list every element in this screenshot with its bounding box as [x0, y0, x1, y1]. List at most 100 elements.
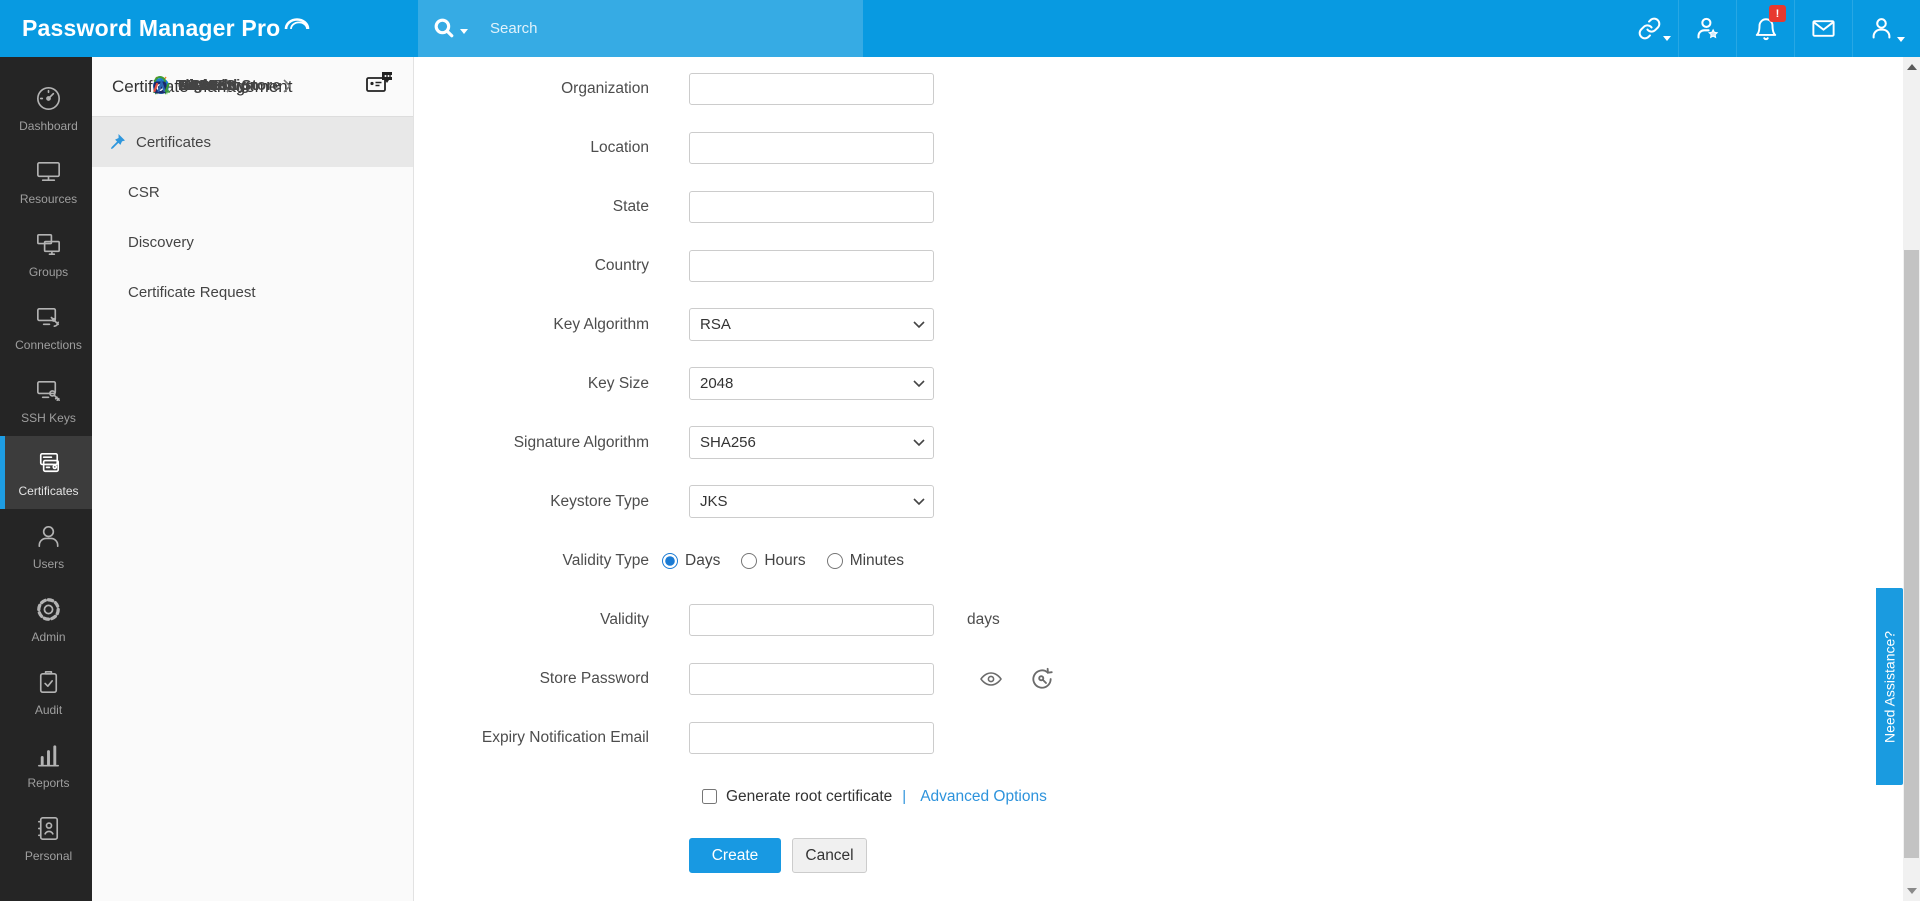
advanced-options-link[interactable]: Advanced Options: [920, 788, 1047, 806]
form-row-key-size: Key Size 2048: [414, 354, 1903, 413]
rail-item-groups[interactable]: Groups: [0, 217, 92, 290]
admin-requests-button[interactable]: [1678, 0, 1736, 57]
location-label: Location: [414, 139, 649, 157]
rotate-key-icon: [1029, 666, 1055, 692]
form-row-store-password: Store Password: [414, 649, 1903, 708]
chevron-down-icon: [913, 380, 925, 388]
sidebar-item-mdm[interactable]: MDM: [114, 57, 215, 114]
show-password-button[interactable]: [979, 667, 1003, 691]
link-icon: [1637, 16, 1662, 41]
organization-input[interactable]: [689, 73, 934, 105]
scroll-down-icon: [1907, 888, 1917, 894]
create-button[interactable]: Create: [689, 838, 781, 873]
sidebar-item-label: Certificates: [136, 134, 211, 151]
sidebar-item-certificates[interactable]: Certificates: [92, 117, 413, 167]
rail-label: Users: [33, 557, 64, 571]
rail-label: Personal: [25, 849, 72, 863]
rail-item-personal[interactable]: Personal: [0, 801, 92, 874]
validity-minutes-radio[interactable]: [827, 553, 843, 569]
signature-algorithm-select[interactable]: SHA256: [689, 426, 934, 459]
chevron-down-icon: [913, 321, 925, 329]
need-assistance-tab[interactable]: Need Assistance?: [1876, 588, 1903, 785]
form-row-organization: Organization: [414, 59, 1903, 118]
rail-label: Audit: [35, 703, 62, 717]
search-scope-caret-icon[interactable]: [460, 29, 468, 34]
vertical-scrollbar[interactable]: [1903, 57, 1920, 901]
certificate-sidebar: Certificate Management Certificates CSR …: [92, 57, 414, 901]
form-row-location: Location: [414, 118, 1903, 177]
expiry-email-input[interactable]: [689, 722, 934, 754]
rail-item-certificates[interactable]: Certificates: [0, 436, 92, 509]
rail-item-resources[interactable]: Resources: [0, 144, 92, 217]
generate-root-certificate-label[interactable]: Generate root certificate: [726, 788, 892, 806]
sidebar-item-csr[interactable]: CSR: [92, 167, 413, 217]
dashboard-icon: [33, 83, 64, 114]
sidebar-item-discovery[interactable]: Discovery: [92, 217, 413, 267]
account-caret-icon: [1897, 37, 1905, 42]
mdm-logo-icon: [152, 78, 171, 94]
rail-item-users[interactable]: Users: [0, 509, 92, 582]
signature-algorithm-label: Signature Algorithm: [414, 434, 649, 452]
scroll-up-button[interactable]: [1903, 59, 1920, 75]
rail-label: Dashboard: [19, 119, 78, 133]
form-row-validity: Validity days: [414, 590, 1903, 649]
personal-icon: [33, 813, 64, 844]
organization-label: Organization: [414, 80, 649, 98]
country-input[interactable]: [689, 250, 934, 282]
chevron-down-icon: [913, 498, 925, 506]
scrollbar-thumb[interactable]: [1904, 250, 1919, 858]
app-logo-text: Password Manager Pro: [22, 15, 280, 42]
store-password-input[interactable]: [689, 663, 934, 695]
rail-item-connections[interactable]: Connections: [0, 290, 92, 363]
validity-hours-label[interactable]: Hours: [764, 552, 805, 570]
rail-item-audit[interactable]: Audit: [0, 655, 92, 728]
key-size-select[interactable]: 2048: [689, 367, 934, 400]
link-caret-icon: [1663, 36, 1671, 41]
validity-minutes-label[interactable]: Minutes: [850, 552, 904, 570]
validity-input[interactable]: [689, 604, 934, 636]
generate-password-button[interactable]: [1029, 666, 1055, 692]
key-algorithm-label: Key Algorithm: [414, 316, 649, 334]
top-bar: Password Manager Pro: [0, 0, 1920, 57]
form-row-signature-algorithm: Signature Algorithm SHA256: [414, 413, 1903, 472]
ssh-keys-icon: [33, 375, 64, 406]
audit-icon: [33, 667, 64, 698]
form-row-keystore-type: Keystore Type JKS: [414, 472, 1903, 531]
pin-icon: [108, 133, 126, 151]
sidebar-item-label: MDM: [179, 77, 215, 94]
password-link-menu[interactable]: [1620, 0, 1678, 57]
monitor-group-icon: [33, 229, 64, 260]
state-input[interactable]: [689, 191, 934, 223]
mail-icon: [1810, 15, 1837, 42]
rail-item-ssh-keys[interactable]: SSH Keys: [0, 363, 92, 436]
form-row-root-certificate: Generate root certificate | Advanced Opt…: [414, 767, 1903, 826]
keystore-type-select[interactable]: JKS: [689, 485, 934, 518]
signature-algorithm-value: SHA256: [700, 434, 756, 451]
key-algorithm-select[interactable]: RSA: [689, 308, 934, 341]
rail-item-dashboard[interactable]: Dashboard: [0, 71, 92, 144]
scroll-down-button[interactable]: [1903, 883, 1920, 899]
account-menu[interactable]: [1852, 0, 1910, 57]
generate-root-certificate-checkbox[interactable]: [702, 789, 717, 804]
validity-days-radio[interactable]: [662, 553, 678, 569]
rail-item-reports[interactable]: Reports: [0, 728, 92, 801]
rail-item-admin[interactable]: Admin: [0, 582, 92, 655]
rail-label: Groups: [29, 265, 68, 279]
form-row-validity-type: Validity Type Days Hours Minutes: [414, 531, 1903, 590]
location-input[interactable]: [689, 132, 934, 164]
sidebar-item-label: Certificate Request: [128, 284, 256, 301]
search-icon[interactable]: [432, 16, 468, 41]
validity-hours-radio[interactable]: [741, 553, 757, 569]
expiry-email-label: Expiry Notification Email: [414, 729, 649, 747]
search-bar: [418, 0, 863, 57]
certificate-chat-icon[interactable]: [365, 71, 395, 102]
notifications-button[interactable]: !: [1736, 0, 1794, 57]
country-label: Country: [414, 257, 649, 275]
cancel-button[interactable]: Cancel: [792, 838, 867, 873]
rail-label: Resources: [20, 192, 77, 206]
sidebar-item-label: CSR: [128, 184, 160, 201]
search-input[interactable]: [490, 20, 820, 37]
mail-button[interactable]: [1794, 0, 1852, 57]
sidebar-item-certificate-request[interactable]: Certificate Request: [92, 267, 413, 317]
validity-days-label[interactable]: Days: [685, 552, 720, 570]
